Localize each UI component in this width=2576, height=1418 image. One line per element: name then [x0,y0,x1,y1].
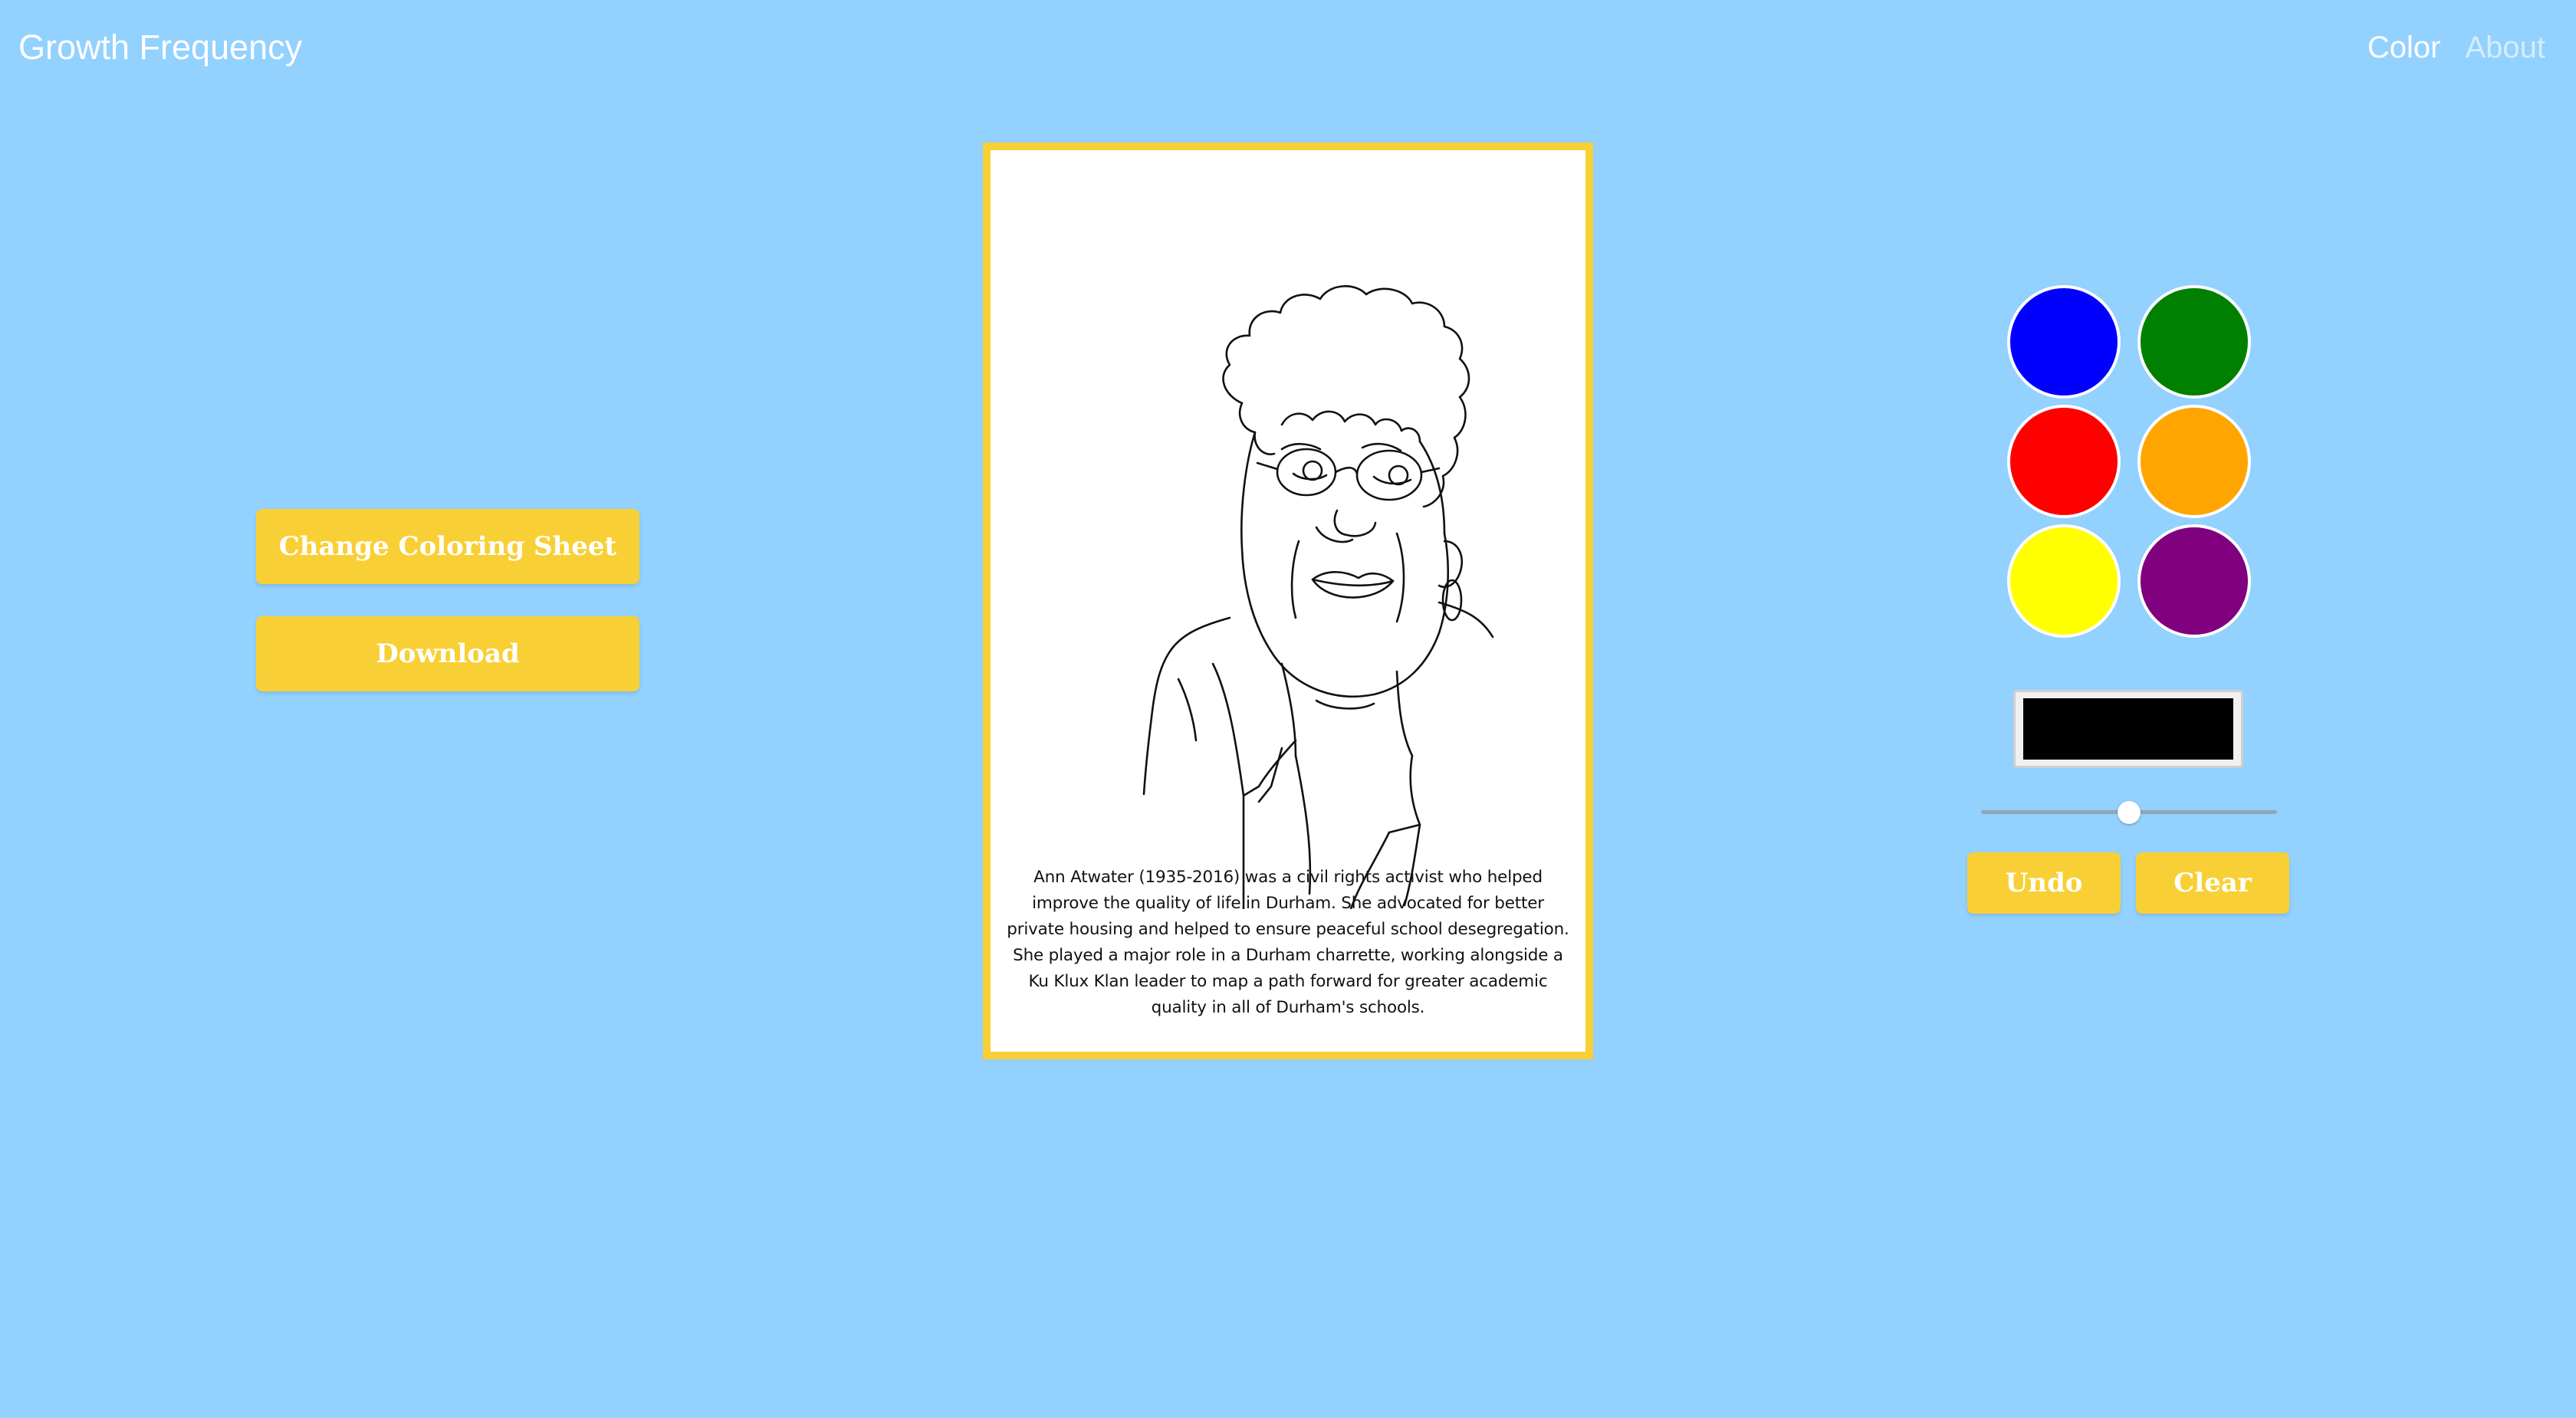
change-coloring-sheet-button[interactable]: Change Coloring Sheet [256,509,639,584]
brush-size-slider-thumb[interactable] [2118,801,2141,824]
coloring-sheet-canvas[interactable]: Ann Atwater (1935-2016) was a civil righ… [983,143,1593,1059]
nav-links: Color About [2367,25,2545,71]
clear-button[interactable]: Clear [2136,852,2289,914]
navbar: Growth Frequency Color About [0,0,2576,98]
current-color-picker[interactable] [2013,690,2243,768]
nav-link-color[interactable]: Color [2367,25,2441,71]
swatch-red[interactable] [2007,405,2121,518]
swatch-green[interactable] [2137,285,2251,399]
current-color-preview [2023,698,2233,760]
sheet-caption: Ann Atwater (1935-2016) was a civil righ… [1007,868,1569,1017]
swatch-orange[interactable] [2137,405,2251,518]
undo-button[interactable]: Undo [1967,852,2121,914]
swatch-purple[interactable] [2137,524,2251,638]
portrait-line-drawing [1142,285,1494,909]
swatch-yellow[interactable] [2007,524,2121,638]
nav-link-about[interactable]: About [2465,25,2545,71]
brand-title[interactable]: Growth Frequency [18,25,302,71]
download-button[interactable]: Download [256,616,639,691]
swatch-blue[interactable] [2007,285,2121,399]
